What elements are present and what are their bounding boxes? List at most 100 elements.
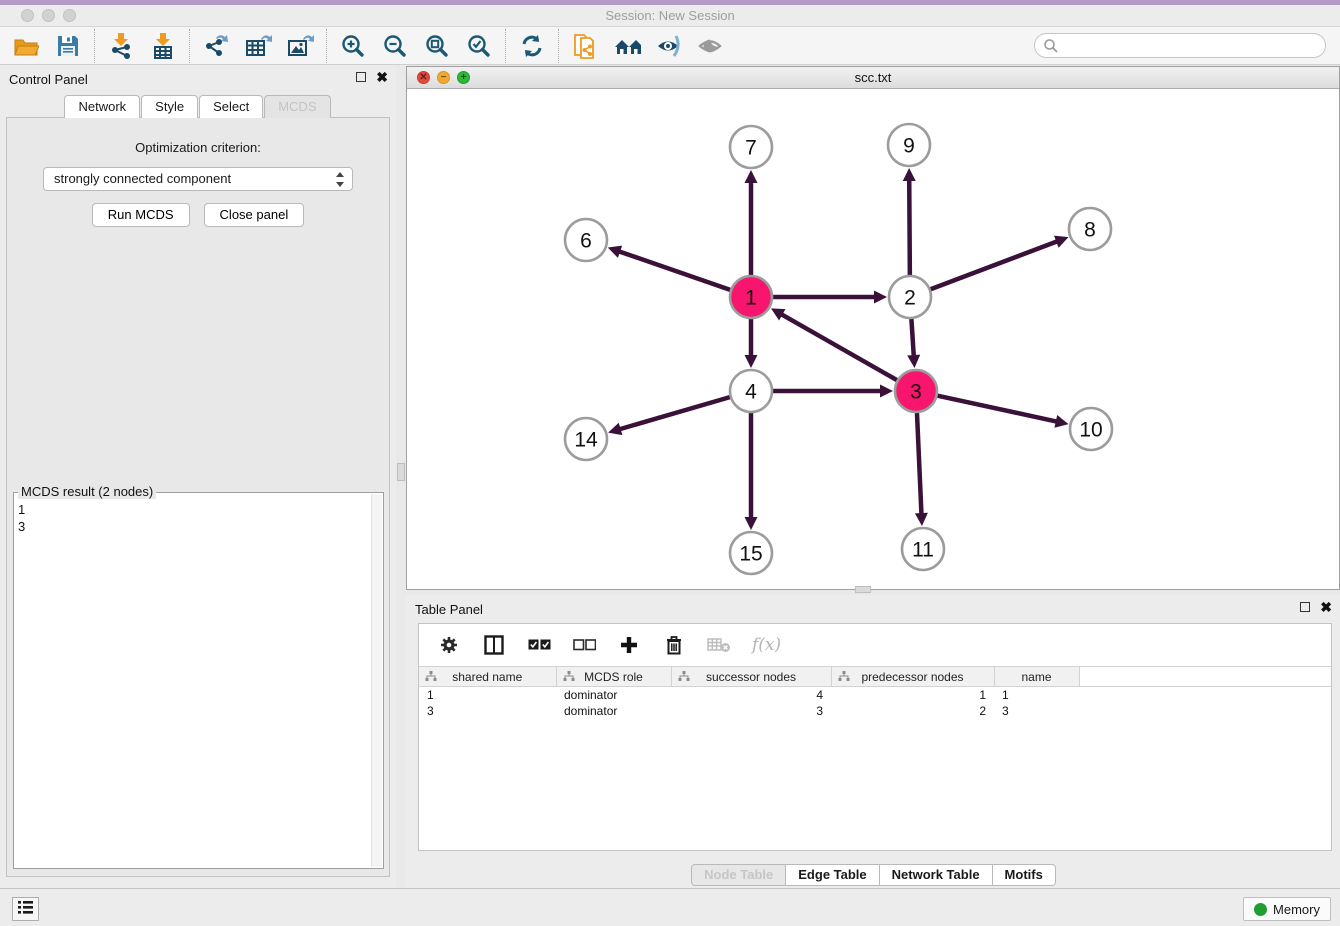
- gear-icon[interactable]: [437, 633, 461, 657]
- column-successor-nodes[interactable]: successor nodes: [671, 667, 831, 687]
- trash-icon[interactable]: [662, 633, 686, 657]
- node-table: shared name MCDS role successor nodes pr…: [419, 666, 1331, 719]
- select-all-checks-icon[interactable]: [527, 633, 551, 657]
- graph-node-label: 7: [745, 136, 757, 159]
- edge-arrowhead-icon: [907, 355, 920, 368]
- graph-node-label: 8: [1084, 218, 1096, 241]
- tab-motifs[interactable]: Motifs: [992, 864, 1056, 886]
- memory-button[interactable]: Memory: [1243, 897, 1331, 921]
- column-predecessor-nodes[interactable]: predecessor nodes: [831, 667, 994, 687]
- chevron-up-down-icon: [335, 171, 346, 188]
- refresh-layout-icon[interactable]: [518, 32, 546, 60]
- graph-edge[interactable]: [937, 396, 1057, 422]
- close-panel-button[interactable]: Close panel: [204, 203, 305, 227]
- table-toolbar: f(x): [419, 624, 1331, 666]
- main-toolbar: [0, 27, 1340, 65]
- network-window-titlebar[interactable]: ✕ − + scc.txt: [407, 67, 1339, 89]
- graph-edge[interactable]: [931, 241, 1059, 289]
- network-view-window: ✕ − + scc.txt 7968124314101511: [406, 66, 1340, 590]
- export-network-icon[interactable]: [202, 32, 230, 60]
- hierarchy-icon: [425, 671, 437, 685]
- control-panel-title: Control Panel: [9, 72, 88, 87]
- export-table-icon[interactable]: [244, 32, 272, 60]
- export-image-icon[interactable]: [286, 32, 314, 60]
- mcds-result-text[interactable]: 1 3: [18, 501, 369, 864]
- node-table-container: f(x) shared name MCDS role successor nod…: [418, 623, 1332, 851]
- graph-edge[interactable]: [781, 314, 897, 380]
- network-title: scc.txt: [407, 70, 1339, 85]
- criterion-dropdown[interactable]: strongly connected component: [43, 167, 353, 191]
- graph-node-label: 2: [904, 286, 916, 309]
- open-session-icon[interactable]: [12, 32, 40, 60]
- tab-network[interactable]: Network: [64, 95, 140, 118]
- import-network-icon[interactable]: [107, 32, 135, 60]
- mcds-result-box: MCDS result (2 nodes) 1 3: [13, 492, 384, 869]
- function-builder-icon[interactable]: f(x): [752, 635, 781, 655]
- tab-style[interactable]: Style: [141, 95, 198, 118]
- tab-edge-table[interactable]: Edge Table: [785, 864, 879, 886]
- vertical-splitter-handle[interactable]: [397, 463, 405, 481]
- graph-edge[interactable]: [618, 251, 730, 290]
- horizontal-splitter-handle[interactable]: [855, 586, 871, 593]
- result-scrollbar[interactable]: [371, 494, 382, 867]
- network-graph[interactable]: 7968124314101511: [407, 89, 1339, 589]
- edge-arrowhead-icon: [903, 168, 916, 181]
- graph-node-label: 4: [745, 380, 757, 403]
- split-columns-icon[interactable]: [482, 633, 506, 657]
- show-all-icon[interactable]: [697, 32, 725, 60]
- column-mcds-role[interactable]: MCDS role: [556, 667, 671, 687]
- control-panel: Control Panel ✖ Network Style Select MCD…: [0, 65, 396, 888]
- edge-arrowhead-icon: [874, 291, 887, 304]
- tab-select[interactable]: Select: [199, 95, 263, 118]
- graph-node-label: 15: [739, 542, 762, 565]
- graph-edge[interactable]: [917, 413, 922, 515]
- table-row[interactable]: 3dominator323: [419, 703, 1331, 719]
- graph-node-label: 11: [912, 538, 934, 561]
- tab-node-table[interactable]: Node Table: [691, 864, 786, 886]
- tab-network-table[interactable]: Network Table: [879, 864, 993, 886]
- search-input[interactable]: [1034, 33, 1326, 58]
- table-panel: Table Panel ✖: [406, 595, 1340, 888]
- table-header-row: shared name MCDS role successor nodes pr…: [419, 667, 1331, 687]
- graph-node-label: 10: [1079, 418, 1102, 441]
- column-shared-name[interactable]: shared name: [419, 667, 556, 687]
- column-filler: [1079, 667, 1331, 687]
- zoom-fit-icon[interactable]: [423, 32, 451, 60]
- task-history-button[interactable]: [12, 897, 39, 921]
- graph-node-label: 9: [903, 134, 915, 157]
- deselect-checks-icon[interactable]: [572, 633, 596, 657]
- import-table-icon[interactable]: [149, 32, 177, 60]
- memory-status-icon: [1254, 903, 1267, 916]
- close-panel-icon[interactable]: ✖: [376, 72, 388, 82]
- close-table-panel-icon[interactable]: ✖: [1320, 602, 1332, 612]
- run-mcds-button[interactable]: Run MCDS: [92, 203, 190, 227]
- graph-edge[interactable]: [911, 319, 913, 357]
- graph-edge[interactable]: [909, 179, 910, 275]
- graph-edge[interactable]: [619, 397, 730, 429]
- column-name[interactable]: name: [994, 667, 1079, 687]
- tab-mcds[interactable]: MCDS: [264, 95, 330, 118]
- float-panel-icon[interactable]: [356, 72, 366, 82]
- status-bar: Memory: [0, 888, 1340, 926]
- hide-selected-icon[interactable]: [655, 32, 683, 60]
- hierarchy-icon: [838, 671, 850, 685]
- hierarchy-icon: [563, 671, 575, 685]
- float-table-panel-icon[interactable]: [1300, 602, 1310, 612]
- table-row[interactable]: 1dominator411: [419, 687, 1331, 703]
- clone-network-icon[interactable]: [571, 32, 599, 60]
- save-session-icon[interactable]: [54, 32, 82, 60]
- graph-node-label: 3: [910, 380, 922, 403]
- first-neighbors-icon[interactable]: [613, 32, 641, 60]
- zoom-in-icon[interactable]: [339, 32, 367, 60]
- criterion-dropdown-value: strongly connected component: [54, 171, 231, 186]
- edge-arrowhead-icon: [608, 423, 622, 435]
- search-icon: [1043, 38, 1059, 57]
- zoom-selected-icon[interactable]: [465, 32, 493, 60]
- zoom-out-icon[interactable]: [381, 32, 409, 60]
- edge-arrowhead-icon: [745, 517, 758, 530]
- add-icon[interactable]: [617, 633, 641, 657]
- network-canvas[interactable]: 7968124314101511: [407, 89, 1339, 589]
- graph-node-label: 1: [745, 286, 757, 309]
- hierarchy-icon: [678, 671, 690, 685]
- delete-table-icon[interactable]: [707, 633, 731, 657]
